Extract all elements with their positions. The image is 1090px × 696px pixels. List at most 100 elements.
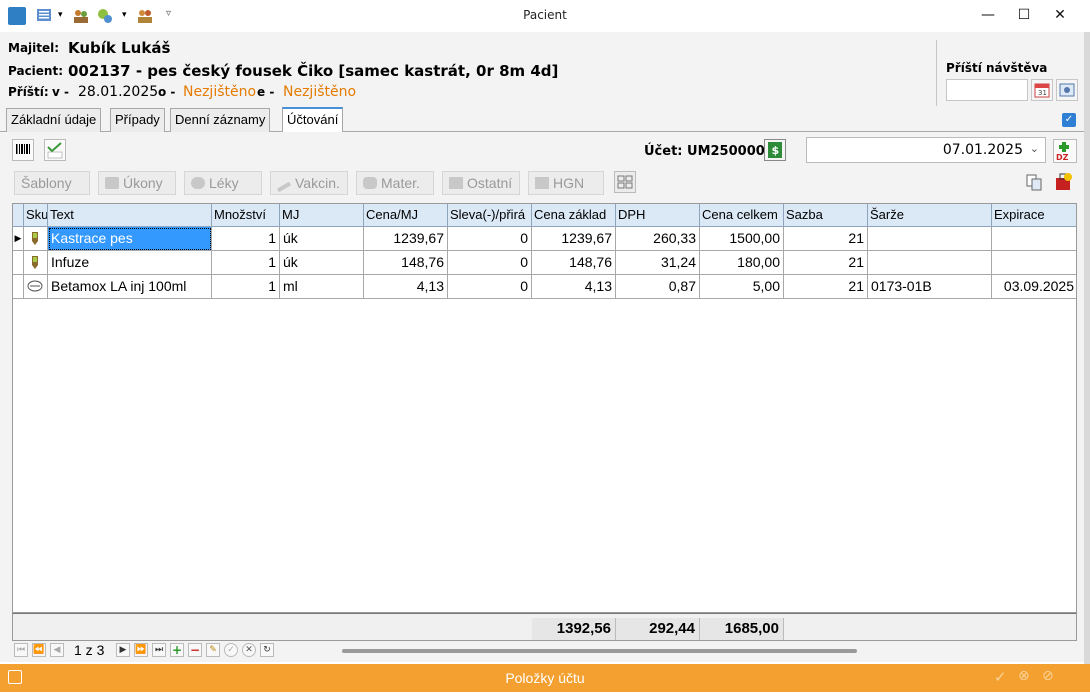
row-indicator[interactable]	[13, 275, 24, 299]
templates-button[interactable]: Šablony	[14, 171, 90, 195]
materials-label: Mater.	[381, 175, 420, 191]
tab-cases[interactable]: Případy	[110, 108, 165, 132]
next-visit-input[interactable]	[946, 79, 1028, 101]
vaccines-button[interactable]: Vakcin.	[270, 171, 348, 195]
tab-basic-info[interactable]: Základní údaje	[6, 108, 102, 132]
delete-item-button[interactable]	[1053, 172, 1075, 192]
tab-daily-records[interactable]: Denní záznamy	[170, 108, 271, 132]
total-sum: 1685,00	[700, 618, 784, 640]
col-rate[interactable]: Sazba	[784, 204, 868, 227]
grid-view-button[interactable]	[614, 171, 636, 193]
schedule-icon	[1059, 83, 1075, 97]
copy-button[interactable]	[1024, 172, 1044, 192]
grid-icon	[617, 175, 633, 189]
col-batch[interactable]: Šarže	[868, 204, 992, 227]
add-dz-button[interactable]: DZ	[1053, 139, 1077, 163]
table-cell-rate[interactable]: 21	[784, 251, 868, 275]
add-icon[interactable]: +	[170, 643, 184, 657]
status-block-icon[interactable]: ⊘	[1042, 668, 1054, 684]
hgn-button[interactable]: HGN	[528, 171, 604, 195]
other-label: Ostatní	[467, 175, 513, 191]
col-mj[interactable]: MJ	[280, 204, 364, 227]
calendar-button[interactable]: 31	[1031, 79, 1053, 101]
next-icon[interactable]: ▶	[116, 643, 130, 657]
minimize-button[interactable]: —	[970, 4, 1006, 26]
procedures-button[interactable]: Úkony	[98, 171, 176, 195]
table-cell-base[interactable]: 1239,67	[532, 227, 616, 251]
table-cell-total[interactable]: 5,00	[700, 275, 784, 299]
other-button[interactable]: Ostatní	[442, 171, 520, 195]
col-discount[interactable]: Sleva(-)/přirá	[448, 204, 532, 227]
status-check-icon[interactable]: ✓	[994, 668, 1007, 686]
cancel-icon[interactable]: ✕	[242, 643, 256, 657]
row-indicator[interactable]: ▶	[13, 227, 24, 251]
table-cell-discount[interactable]: 0	[448, 275, 532, 299]
table-row-text[interactable]: Betamox LA inj 100ml	[48, 275, 212, 299]
col-price[interactable]: Cena/MJ	[364, 204, 448, 227]
table-cell-qty[interactable]: 1	[212, 227, 280, 251]
table-cell-batch[interactable]	[868, 227, 992, 251]
table-cell-rate[interactable]: 21	[784, 275, 868, 299]
col-total[interactable]: Cena celkem	[700, 204, 784, 227]
first-page-icon[interactable]: ⏮	[14, 643, 28, 657]
remove-icon[interactable]: −	[188, 643, 202, 657]
grid-navigator: ⏮ ⏪ ◀ 1 z 3 ▶ ⏩ ⏭ + − ✎ ✓ ✕ ↻	[12, 641, 1077, 661]
table-cell-mj[interactable]: ml	[280, 275, 364, 299]
table-cell-mj[interactable]: úk	[280, 251, 364, 275]
date-select[interactable]: 07.01.2025 ⌄	[806, 137, 1046, 163]
table-row-text[interactable]: Infuze	[48, 251, 212, 275]
total-vat: 292,44	[616, 618, 700, 640]
table-cell-expiry[interactable]: 03.09.2025	[992, 275, 1076, 299]
maximize-button[interactable]: ☐	[1006, 4, 1042, 26]
table-cell-vat[interactable]: 31,24	[616, 251, 700, 275]
col-expiry[interactable]: Expirace	[992, 204, 1076, 227]
drugs-button[interactable]: Léky	[184, 171, 262, 195]
table-cell-discount[interactable]: 0	[448, 227, 532, 251]
col-base[interactable]: Cena základ	[532, 204, 616, 227]
table-cell-qty[interactable]: 1	[212, 251, 280, 275]
col-text[interactable]: Text	[48, 204, 212, 227]
table-cell-batch[interactable]: 0173-01B	[868, 275, 992, 299]
prev-icon[interactable]: ◀	[50, 643, 64, 657]
table-cell-base[interactable]: 148,76	[532, 251, 616, 275]
schedule-button[interactable]	[1056, 79, 1078, 101]
table-cell-total[interactable]: 1500,00	[700, 227, 784, 251]
account-money-button[interactable]: $	[764, 139, 786, 161]
next-page-icon[interactable]: ⏩	[134, 643, 148, 657]
spellcheck-button[interactable]	[44, 139, 66, 161]
table-cell-vat[interactable]: 0,87	[616, 275, 700, 299]
table-cell-discount[interactable]: 0	[448, 251, 532, 275]
table-cell-expiry[interactable]	[992, 227, 1076, 251]
status-cancel-icon[interactable]: ⊗	[1018, 668, 1030, 684]
horizontal-scrollbar[interactable]	[342, 649, 857, 653]
table-cell-price[interactable]: 4,13	[364, 275, 448, 299]
table-cell-vat[interactable]: 260,33	[616, 227, 700, 251]
table-cell-batch[interactable]	[868, 251, 992, 275]
col-sku[interactable]: Sku	[24, 204, 48, 227]
refresh-icon[interactable]: ↻	[260, 643, 274, 657]
edit-icon[interactable]: ✎	[206, 643, 220, 657]
table-cell-total[interactable]: 180,00	[700, 251, 784, 275]
last-page-icon[interactable]: ⏭	[152, 643, 166, 657]
barcode-button[interactable]	[12, 139, 34, 161]
tab-billing[interactable]: Účtování	[282, 107, 344, 132]
materials-button[interactable]: Mater.	[356, 171, 434, 195]
table-cell-base[interactable]: 4,13	[532, 275, 616, 299]
table-cell-qty[interactable]: 1	[212, 275, 280, 299]
table-cell-price[interactable]: 1239,67	[364, 227, 448, 251]
checkbox-icon[interactable]: ✓	[1062, 113, 1076, 127]
table-cell-mj[interactable]: úk	[280, 227, 364, 251]
table-row-text[interactable]: Kastrace pes	[48, 227, 212, 251]
col-vat[interactable]: DPH	[616, 204, 700, 227]
col-qty[interactable]: Množství	[212, 204, 280, 227]
row-indicator[interactable]	[13, 251, 24, 275]
table-cell-rate[interactable]: 21	[784, 227, 868, 251]
next-visit-label: Příští návštěva	[946, 61, 1048, 75]
confirm-icon[interactable]: ✓	[224, 643, 238, 657]
close-button[interactable]: ✕	[1042, 4, 1078, 26]
e-value: Nezjištěno	[283, 84, 357, 100]
table-cell-price[interactable]: 148,76	[364, 251, 448, 275]
prev-page-icon[interactable]: ⏪	[32, 643, 46, 657]
window-edge	[1084, 32, 1090, 664]
table-cell-expiry[interactable]	[992, 251, 1076, 275]
